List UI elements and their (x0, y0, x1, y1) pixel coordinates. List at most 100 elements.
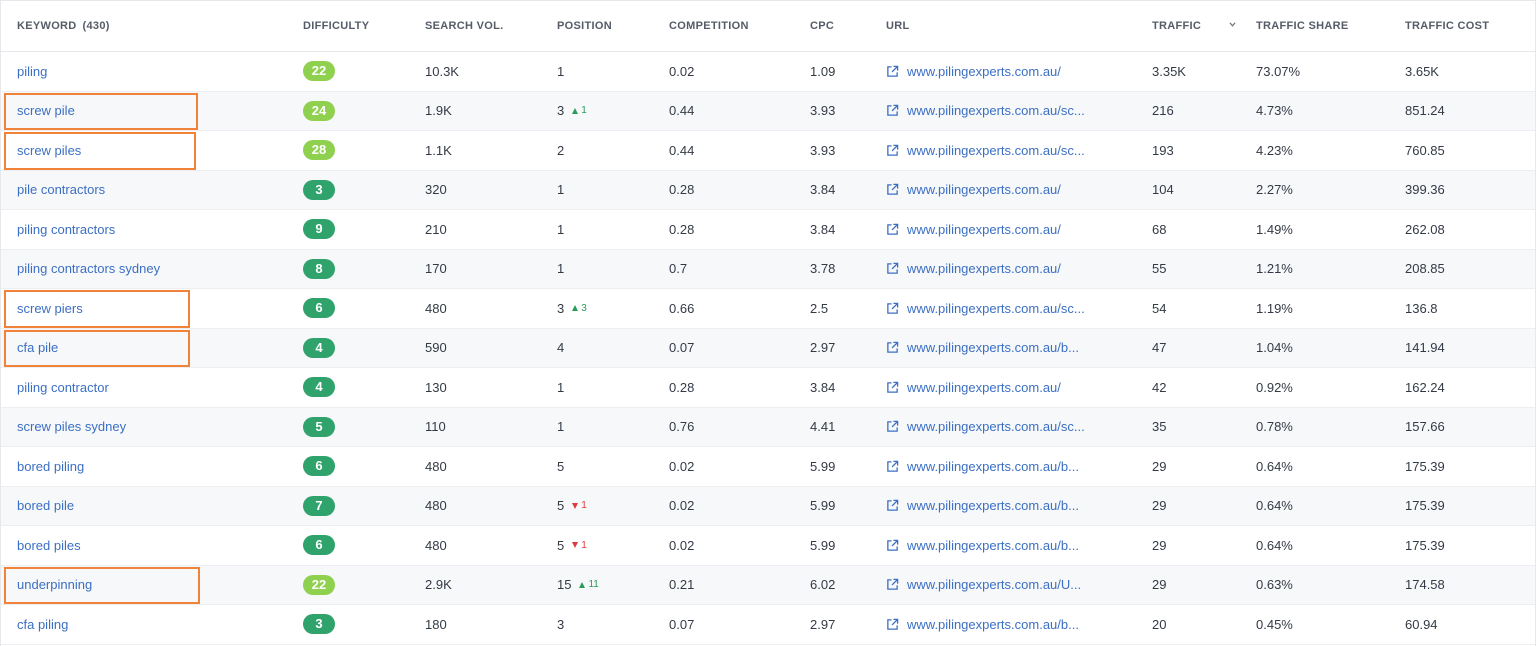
position-value: 5 (557, 458, 565, 474)
url-link[interactable]: www.pilingexperts.com.au/U... (886, 577, 1081, 592)
url-text: www.pilingexperts.com.au/b... (907, 537, 1079, 553)
table-row[interactable]: bored piling 6 480 5 0.02 5.99 www.pilingexper… (1, 447, 1535, 487)
table-row[interactable]: piling contractor 4 130 1 0.28 3.84 www.piling… (1, 368, 1535, 408)
table-row[interactable]: pile contractors 3 320 1 0.28 3.84 www.pilinge… (1, 170, 1535, 210)
external-link-icon (887, 341, 899, 354)
table-row[interactable]: cfa pile 4 590 4 0.07 2.97 www.pilingexperts.c… (1, 328, 1535, 368)
position-cell: 2 (557, 131, 564, 170)
cpc-value: 3.84 (810, 221, 836, 237)
cpc-value: 6.02 (810, 577, 836, 593)
url-text: www.pilingexperts.com.au/ (907, 261, 1061, 277)
table-row[interactable]: piling 22 10.3K 1 0.02 1.09 www.pilingexperts.… (1, 52, 1535, 92)
column-header-cpc[interactable]: CPC (810, 1, 834, 51)
column-header-traffic-share[interactable]: TRAFFIC SHARE (1256, 1, 1349, 51)
table-row[interactable]: piling contractors sydney 8 170 1 0.7 3.78 www… (1, 249, 1535, 289)
keyword-link[interactable]: screw piles (17, 143, 81, 158)
table-row[interactable]: screw piers 6 480 3 3 0.66 2.5 www.pilingexpert… (1, 289, 1535, 329)
traffic-cost-value: 136.8 (1405, 300, 1438, 316)
url-link[interactable]: www.pilingexperts.com.au/ (886, 182, 1061, 197)
column-header-url[interactable]: URL (886, 1, 910, 51)
search-volume: 110 (425, 419, 446, 435)
column-header-position[interactable]: POSITION (557, 1, 612, 51)
competition-value: 0.28 (669, 379, 695, 395)
traffic-share-value: 1.19% (1256, 300, 1293, 316)
traffic-share-value: 1.49% (1256, 221, 1293, 237)
position-value: 15 (557, 577, 572, 593)
url-link[interactable]: www.pilingexperts.com.au/sc... (886, 103, 1085, 118)
keyword-link[interactable]: underpinning (17, 577, 92, 592)
url-link[interactable]: www.pilingexperts.com.au/ (886, 222, 1061, 237)
traffic-value: 29 (1152, 537, 1167, 553)
position-change-up: 1 (572, 105, 587, 116)
keyword-link[interactable]: piling (17, 64, 47, 79)
table-row[interactable]: bored piles 6 480 5 1 0.02 5.99 www.pilingexper… (1, 526, 1535, 566)
traffic-value: 29 (1152, 458, 1167, 474)
difficulty-badge: 5 (303, 416, 335, 437)
competition-value: 0.28 (669, 182, 695, 198)
arrow-up-icon (572, 107, 579, 114)
search-volume: 2.9K (425, 577, 452, 593)
competition-value: 0.7 (669, 261, 688, 277)
keyword-header-label: KEYWORD (17, 20, 77, 32)
column-header-competition[interactable]: COMPETITION (669, 1, 749, 51)
column-header-search-vol[interactable]: SEARCH VOL. (425, 1, 503, 51)
traffic-value: 216 (1152, 103, 1174, 119)
external-link-icon (887, 381, 899, 393)
url-link[interactable]: www.pilingexperts.com.au/sc... (886, 301, 1085, 316)
cpc-value: 3.93 (810, 103, 836, 119)
external-link-icon (887, 144, 899, 156)
column-header-traffic-cost[interactable]: TRAFFIC COST (1405, 1, 1489, 51)
keyword-link[interactable]: piling contractors sydney (17, 261, 160, 276)
keyword-link[interactable]: screw pile (17, 103, 75, 118)
keyword-link[interactable]: bored piles (17, 538, 81, 553)
table-row[interactable]: bored pile 7 480 5 1 0.02 5.99 www.pilingexpert… (1, 486, 1535, 526)
url-link[interactable]: www.pilingexperts.com.au/ (886, 64, 1061, 79)
table-row[interactable]: screw pile 24 1.9K 3 1 0.44 3.93 www.pilingexpe… (1, 91, 1535, 131)
url-link[interactable]: www.pilingexperts.com.au/ (886, 380, 1061, 395)
search-volume: 590 (425, 340, 447, 356)
keyword-link[interactable]: cfa pile (17, 340, 58, 355)
difficulty-badge: 24 (303, 100, 335, 121)
sort-descending-icon[interactable] (1229, 21, 1236, 28)
keyword-count: (430) (82, 20, 110, 32)
url-link[interactable]: www.pilingexperts.com.au/ (886, 261, 1061, 276)
keyword-link[interactable]: bored pile (17, 498, 74, 513)
url-link[interactable]: www.pilingexperts.com.au/b... (886, 538, 1079, 553)
url-text: www.pilingexperts.com.au/sc... (907, 142, 1085, 158)
position-value: 1 (557, 182, 565, 198)
position-change-value: 3 (581, 302, 587, 314)
url-link[interactable]: www.pilingexperts.com.au/sc... (886, 143, 1085, 158)
table-row[interactable]: piling contractors 9 210 1 0.28 3.84 www.pilin… (1, 210, 1535, 250)
traffic-value: 29 (1152, 577, 1167, 593)
url-link[interactable]: www.pilingexperts.com.au/b... (886, 498, 1079, 513)
external-link-icon (887, 183, 899, 196)
position-change-value: 1 (581, 539, 587, 551)
position-value: 3 (557, 300, 565, 316)
column-header-traffic[interactable]: TRAFFIC (1152, 1, 1236, 51)
url-link[interactable]: www.pilingexperts.com.au/b... (886, 459, 1079, 474)
keyword-link[interactable]: screw piers (17, 301, 83, 316)
url-link[interactable]: www.pilingexperts.com.au/b... (886, 617, 1079, 632)
keyword-link[interactable]: screw piles sydney (17, 419, 126, 434)
column-header-difficulty[interactable]: DIFFICULTY (303, 1, 369, 51)
table-row[interactable]: underpinning 22 2.9K 15 11 0.21 6.02 www.piling… (1, 565, 1535, 605)
column-header-keyword[interactable]: KEYWORD (430) (17, 1, 110, 51)
position-cell: 1 (557, 368, 564, 407)
keyword-link[interactable]: piling contractors (17, 222, 115, 237)
competition-value: 0.02 (669, 537, 695, 553)
keyword-link[interactable]: piling contractor (17, 380, 109, 395)
arrow-up-icon (579, 581, 586, 588)
url-link[interactable]: www.pilingexperts.com.au/sc... (886, 419, 1085, 434)
keyword-link[interactable]: cfa piling (17, 617, 68, 632)
difficulty-badge: 8 (303, 258, 335, 279)
table-row[interactable]: screw piles sydney 5 110 1 0.76 4.41 www.pilin… (1, 407, 1535, 447)
table-row[interactable]: screw piles 28 1.1K 2 0.44 3.93 www.pilingexpe… (1, 131, 1535, 171)
url-link[interactable]: www.pilingexperts.com.au/b... (886, 340, 1079, 355)
url-text: www.pilingexperts.com.au/sc... (907, 300, 1085, 316)
difficulty-badge: 6 (303, 535, 335, 556)
table-row[interactable]: cfa piling 3 180 3 0.07 2.97 www.pilingexperts… (1, 605, 1535, 645)
traffic-cost-value: 760.85 (1405, 142, 1445, 158)
keyword-link[interactable]: bored piling (17, 459, 84, 474)
keywords-table: KEYWORD (430) DIFFICULTY SEARCH VOL. POS… (0, 0, 1536, 646)
keyword-link[interactable]: pile contractors (17, 182, 105, 197)
